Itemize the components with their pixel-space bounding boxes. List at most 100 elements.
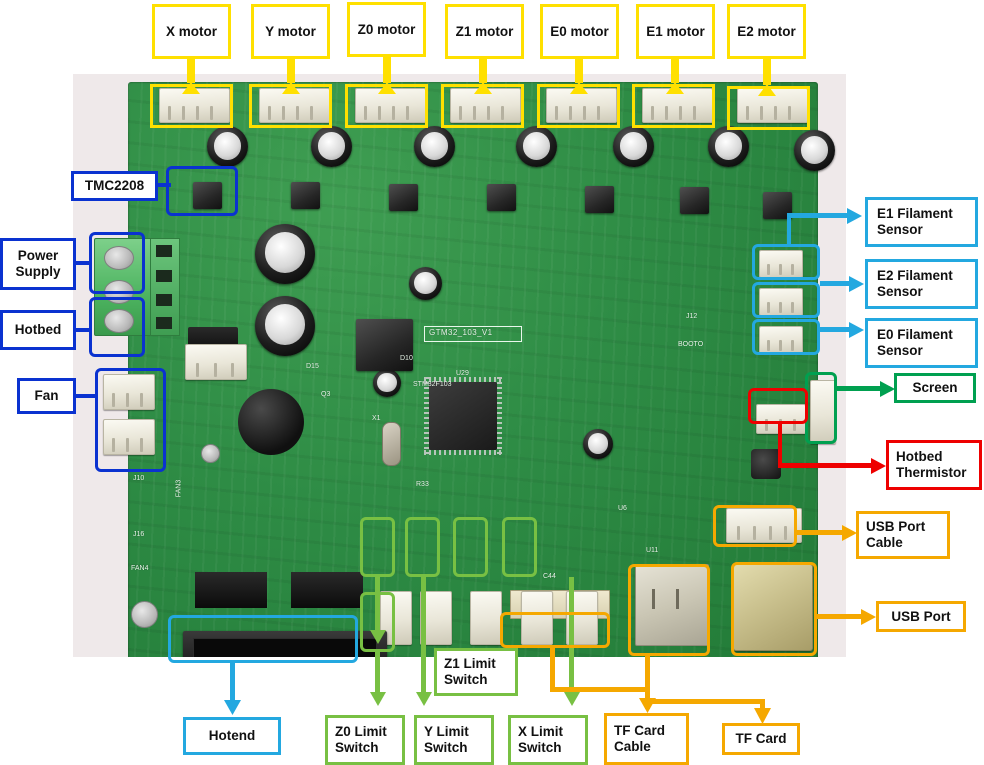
silk-u29: U29 [456, 370, 469, 377]
highlight-motor-connector-e1[interactable] [632, 84, 715, 128]
callout-line-y-limit [421, 577, 426, 694]
silkscreen-model-box: GTM32_103_V1 [424, 326, 522, 342]
callout-line-power-supply [73, 261, 92, 265]
label-e0-motor[interactable]: E0 motor [540, 4, 619, 59]
label-e0-filament-sensor[interactable]: E0 Filament Sensor [865, 318, 978, 368]
callout-line-hotend [230, 663, 235, 703]
silk-j10: J10 [133, 475, 145, 482]
label-usb-port-cable[interactable]: USB Port Cable [856, 511, 950, 559]
silk-booto: BOOTO [678, 341, 704, 348]
label-hotbed[interactable]: Hotbed [0, 310, 76, 350]
tmc2208-driver-2 [291, 182, 320, 209]
silk-u6: U6 [618, 505, 627, 512]
highlight-hotend-header[interactable] [168, 615, 358, 663]
highlight-usb-cable-connector[interactable] [713, 505, 797, 547]
highlight-x-endstop-connector[interactable] [502, 517, 537, 577]
label-tf-card[interactable]: TF Card [722, 723, 800, 755]
label-e2-motor[interactable]: E2 motor [727, 4, 806, 59]
label-z1-motor[interactable]: Z1 motor [445, 4, 524, 59]
highlight-motor-connector-e0[interactable] [537, 84, 620, 128]
arrow-head-x-limit [564, 692, 580, 706]
bulk-cap-1 [255, 224, 315, 284]
tmc2208-driver-5 [585, 186, 614, 213]
highlight-z1-endstop-connector[interactable] [360, 517, 395, 577]
arrow-head-screen [880, 381, 895, 397]
highlight-fan-connectors[interactable] [95, 368, 166, 472]
highlight-motor-connector-z1[interactable] [441, 84, 524, 128]
endstop-connector-y [470, 591, 502, 645]
arrow-head-e0-filament [849, 322, 864, 338]
highlight-usb-port[interactable] [731, 562, 817, 656]
callout-line-tfcard-down [645, 654, 650, 704]
label-usb-port[interactable]: USB Port [876, 601, 966, 632]
highlight-z0-endstop-connector[interactable] [405, 517, 440, 577]
bulk-cap-2 [255, 296, 315, 356]
callout-line-tmc2208 [155, 183, 171, 187]
highlight-motor-connector-z0[interactable] [345, 84, 428, 128]
arrow-line-e2-motor [763, 59, 771, 85]
arrow-head-y-limit [416, 692, 432, 706]
silk-c44: C44 [543, 573, 556, 580]
highlight-tf-card-slot[interactable] [628, 564, 710, 656]
label-z1-limit-switch[interactable]: Z1 Limit Switch [434, 648, 518, 696]
highlight-y-endstop-connector[interactable] [453, 517, 488, 577]
highlight-hotbed-terminal[interactable] [89, 297, 145, 357]
silk-d15: D15 [306, 363, 319, 370]
label-x-limit-switch[interactable]: X Limit Switch [508, 715, 588, 765]
highlight-motor-connector-e2[interactable] [727, 86, 810, 130]
label-tf-card-cable[interactable]: TF Card Cable [604, 713, 689, 765]
label-hotend[interactable]: Hotend [183, 717, 281, 755]
label-e2-filament-sensor[interactable]: E2 Filament Sensor [865, 259, 978, 309]
label-fan[interactable]: Fan [17, 378, 76, 414]
callout-line-hotbed [73, 328, 92, 332]
arrow-head-usb-cable [842, 525, 857, 541]
label-y-motor[interactable]: Y motor [251, 4, 330, 59]
annotated-board-diagram: GTM32_103_V1 BOOTO J12 U29 STEP GND J10 … [0, 0, 984, 765]
highlight-power-terminal[interactable] [89, 232, 145, 294]
label-hotbed-thermistor[interactable]: Hotbed Thermistor [886, 440, 982, 490]
silk-d10: D10 [400, 355, 413, 362]
arrow-line-y-motor [287, 59, 295, 83]
highlight-hotbed-thermistor-connector[interactable] [748, 388, 808, 424]
callout-line-tfcard-right [645, 699, 765, 704]
label-tmc2208[interactable]: TMC2208 [71, 171, 158, 201]
callout-line-usb-cable [795, 530, 847, 535]
silk-mcu-label: STM32F103 [413, 381, 452, 388]
label-y-limit-switch[interactable]: Y Limit Switch [414, 715, 494, 765]
highlight-motor-connector-x[interactable] [150, 84, 233, 128]
driver-cap-3 [414, 126, 455, 167]
silk-fan4: FAN4 [131, 565, 149, 572]
reset-button [751, 449, 781, 479]
highlight-tmc2208-chip[interactable] [166, 166, 238, 216]
small-cap-2 [373, 369, 401, 397]
tmc2208-driver-4 [487, 184, 516, 211]
callout-line-thermistor-vertical [778, 422, 782, 468]
arrow-head-z0-limit [370, 692, 386, 706]
label-z0-limit-switch[interactable]: Z0 Limit Switch [325, 715, 405, 765]
driver-cap-6 [708, 126, 749, 167]
highlight-e0-filament-connector[interactable] [752, 319, 820, 355]
callout-line-e2 [820, 281, 852, 286]
arrow-head-hotend [224, 700, 241, 715]
highlight-tf-card-cable-connector[interactable] [500, 612, 610, 648]
label-e1-motor[interactable]: E1 motor [636, 4, 715, 59]
silk-x1: X1 [372, 415, 381, 422]
callout-line-z0-limit [375, 652, 380, 694]
highlight-e2-filament-connector[interactable] [752, 282, 820, 318]
small-cap-3 [583, 429, 613, 459]
highlight-screen-connector[interactable] [805, 372, 837, 444]
stm32-mcu [424, 377, 502, 455]
highlight-e1-filament-connector[interactable] [752, 244, 820, 280]
label-e1-filament-sensor[interactable]: E1 Filament Sensor [865, 197, 978, 247]
callout-line-e0 [820, 327, 852, 332]
callout-line-tfcable-right [550, 687, 650, 692]
driver-cap-4 [516, 126, 557, 167]
arrow-line-e1-motor [671, 59, 679, 83]
highlight-motor-connector-y[interactable] [249, 84, 332, 128]
label-power-supply[interactable]: Power Supply [0, 238, 76, 290]
arrow-line-z1-motor [479, 59, 487, 83]
label-x-motor[interactable]: X motor [152, 4, 231, 59]
label-z0-motor[interactable]: Z0 motor [347, 2, 426, 57]
label-screen[interactable]: Screen [894, 373, 976, 403]
callout-line-thermistor-horizontal [778, 463, 874, 468]
